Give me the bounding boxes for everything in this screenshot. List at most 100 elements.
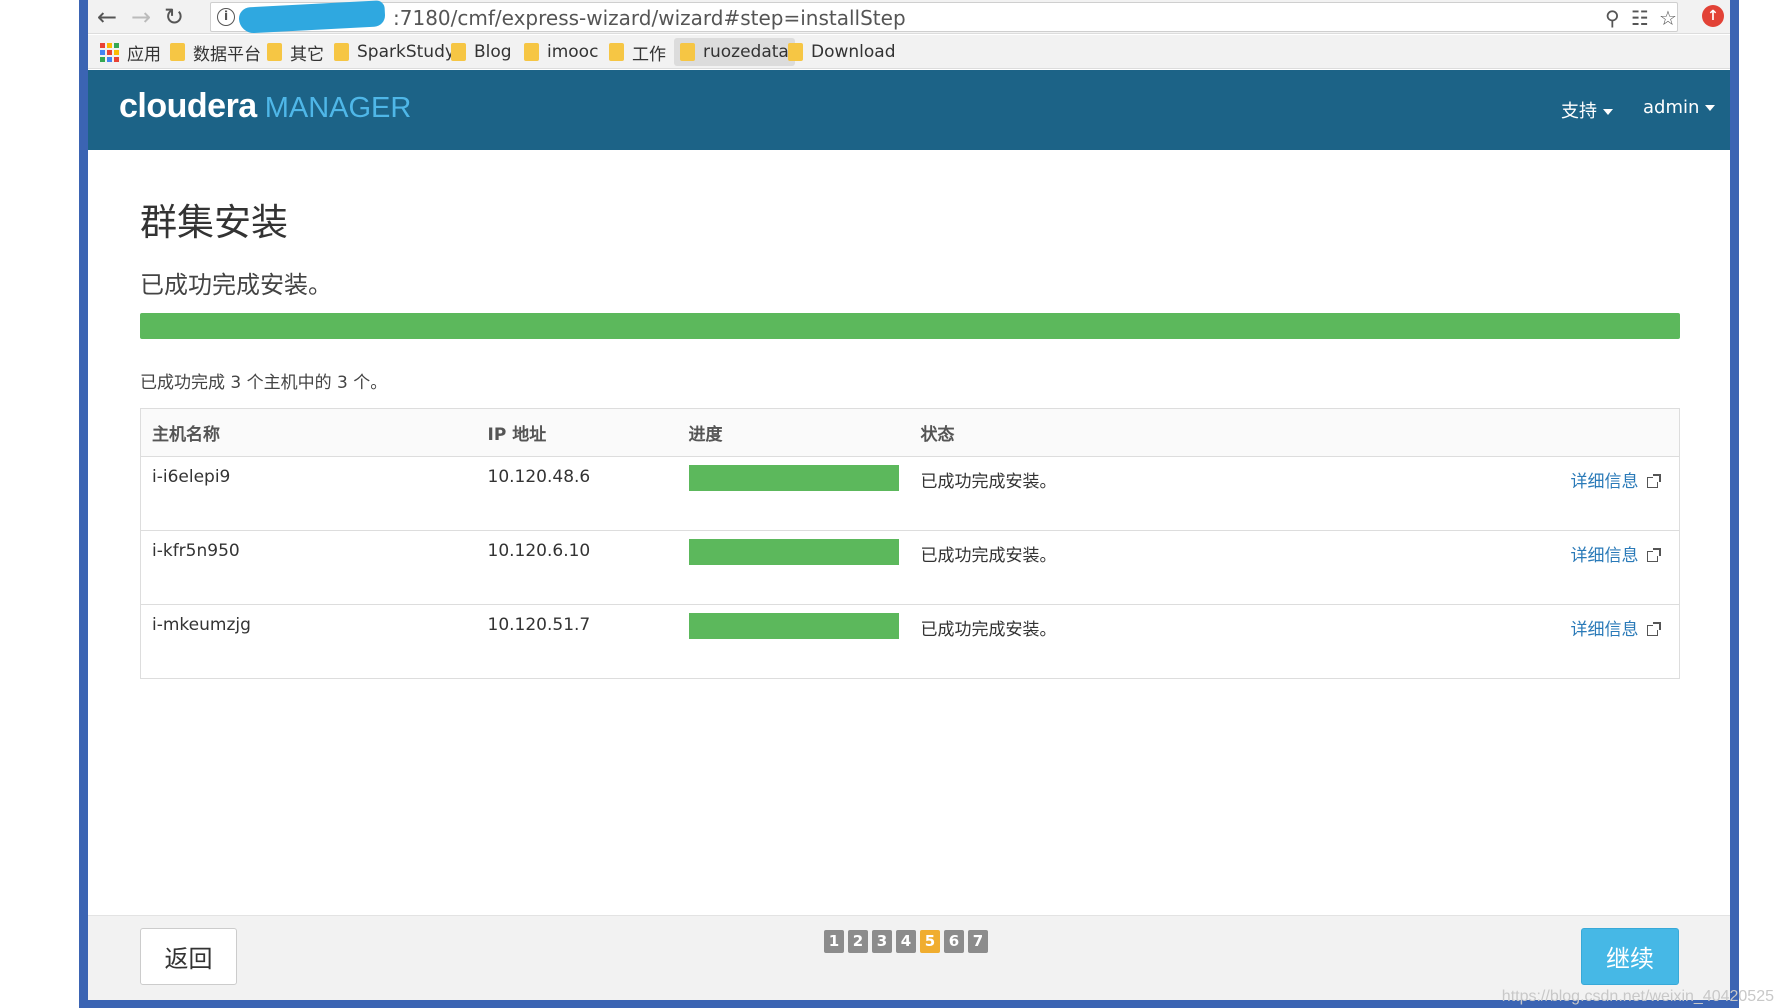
column-header-ip: IP 地址	[476, 408, 678, 457]
translate-icon[interactable]: ☷	[1631, 6, 1649, 30]
column-header-progress: 进度	[677, 408, 910, 457]
support-menu-label: 支持	[1561, 101, 1597, 122]
details-link-label: 详细信息	[1570, 472, 1639, 492]
folder-icon	[680, 43, 695, 61]
info-icon[interactable]: i	[217, 8, 235, 26]
folder-icon	[788, 43, 803, 61]
user-menu[interactable]: admin	[1643, 97, 1716, 118]
host-status: 已成功完成安装。	[909, 530, 1560, 605]
wizard-step-indicator: 1234567	[824, 930, 988, 953]
host-status: 已成功完成安装。	[909, 604, 1560, 679]
bookmark-label: SparkStudy	[357, 42, 455, 62]
bookmark-label: Blog	[474, 42, 512, 62]
host-progress-cell	[677, 604, 910, 679]
bookmark-label: ruozedata	[703, 42, 789, 62]
wizard-step-6: 6	[944, 930, 964, 953]
bookmarks-bar: 应用 数据平台 其它 SparkStudy Blog imooc 工作 ruoz…	[88, 35, 1730, 69]
install-summary: 已成功完成 3 个主机中的 3 个。	[140, 373, 388, 393]
external-link-icon	[1646, 547, 1661, 562]
caret-down-icon	[1705, 105, 1716, 111]
key-icon[interactable]: ⚲	[1605, 6, 1620, 30]
host-progress-fill	[688, 613, 899, 639]
column-header-hostname: 主机名称	[140, 408, 477, 457]
logo-main-text: cloudera	[119, 87, 257, 125]
host-ip: 10.120.51.7	[476, 604, 678, 679]
extension-icon[interactable]: ↑	[1702, 5, 1724, 27]
wizard-step-5: 5	[920, 930, 940, 953]
table-row: i-kfr5n950 10.120.6.10 已成功完成安装。 详细信息	[140, 530, 1680, 605]
wizard-step-4: 4	[896, 930, 916, 953]
bookmark-apps[interactable]: 应用	[94, 38, 167, 66]
bookmark-folder[interactable]: 数据平台	[164, 38, 267, 66]
details-link-label: 详细信息	[1570, 546, 1639, 566]
wizard-step-7: 7	[968, 930, 988, 953]
host-progress-cell	[677, 530, 910, 605]
bookmark-folder[interactable]: 其它	[261, 38, 330, 66]
external-link-icon	[1646, 621, 1661, 636]
host-progress-fill	[688, 465, 899, 491]
star-icon[interactable]: ☆	[1659, 6, 1677, 30]
apps-grid-icon	[100, 42, 119, 62]
url-text: :7180/cmf/express-wizard/wizard#step=ins…	[393, 6, 906, 30]
cloudera-manager-logo[interactable]: cloudera MANAGER	[119, 87, 411, 126]
reload-icon[interactable]: ↻	[161, 4, 187, 30]
host-ip: 10.120.6.10	[476, 530, 678, 605]
column-header-actions	[1559, 408, 1680, 457]
bookmark-folder-active[interactable]: ruozedata	[674, 38, 795, 66]
host-actions-cell: 详细信息	[1559, 604, 1680, 679]
folder-icon	[524, 43, 539, 61]
support-menu[interactable]: 支持	[1561, 97, 1613, 123]
overall-progress-bar	[140, 313, 1680, 339]
folder-icon	[267, 43, 282, 61]
forward-arrow-icon[interactable]: →	[128, 4, 154, 30]
details-link-label: 详细信息	[1570, 620, 1639, 640]
host-progress-bar	[688, 539, 899, 565]
bookmark-label: 应用	[127, 44, 161, 65]
wizard-step-3: 3	[872, 930, 892, 953]
logo-sub-text: MANAGER	[264, 92, 412, 124]
host-progress-bar	[688, 465, 899, 491]
bookmark-folder[interactable]: Download	[782, 38, 902, 66]
address-bar: ← → ↻ i :7180/cmf/express-wizard/wizard#…	[88, 0, 1730, 34]
wizard-step-2: 2	[848, 930, 868, 953]
host-ip: 10.120.48.6	[476, 456, 678, 531]
host-actions-cell: 详细信息	[1559, 456, 1680, 531]
user-menu-label: admin	[1643, 97, 1700, 118]
host-progress-cell	[677, 456, 910, 531]
wizard-step-1: 1	[824, 930, 844, 953]
details-link[interactable]: 详细信息	[1570, 472, 1661, 492]
url-field[interactable]: i :7180/cmf/express-wizard/wizard#step=i…	[210, 0, 1678, 34]
bookmark-label: 其它	[290, 44, 324, 65]
bookmark-label: Download	[811, 42, 896, 62]
details-link[interactable]: 详细信息	[1570, 546, 1661, 566]
install-status: 已成功完成安装。	[140, 271, 332, 299]
bookmark-label: imooc	[547, 42, 599, 62]
back-button[interactable]: 返回	[140, 928, 237, 985]
host-name: i-mkeumzjg	[140, 604, 477, 679]
bookmark-label: 工作	[632, 44, 666, 65]
host-progress-bar	[688, 613, 899, 639]
host-progress-fill	[688, 539, 899, 565]
bookmark-folder[interactable]: SparkStudy	[328, 38, 461, 66]
table-row: i-mkeumzjg 10.120.51.7 已成功完成安装。 详细信息	[140, 604, 1680, 679]
continue-button[interactable]: 继续	[1581, 928, 1679, 985]
back-arrow-icon[interactable]: ←	[94, 4, 120, 30]
external-link-icon	[1646, 473, 1661, 488]
bookmark-folder[interactable]: Blog	[445, 38, 518, 66]
folder-icon	[334, 43, 349, 61]
table-row: i-i6elepi9 10.120.48.6 已成功完成安装。 详细信息	[140, 456, 1680, 531]
details-link[interactable]: 详细信息	[1570, 620, 1661, 640]
bookmark-folder[interactable]: 工作	[603, 38, 672, 66]
folder-icon	[451, 43, 466, 61]
column-header-status: 状态	[909, 408, 1560, 457]
folder-icon	[170, 43, 185, 61]
page-title: 群集安装	[140, 201, 288, 244]
host-actions-cell: 详细信息	[1559, 530, 1680, 605]
watermark: https://blog.csdn.net/weixin_40420525	[1501, 988, 1774, 1005]
host-name: i-i6elepi9	[140, 456, 477, 531]
bookmark-folder[interactable]: imooc	[518, 38, 604, 66]
table-header-row: 主机名称 IP 地址 进度 状态	[140, 408, 1680, 457]
caret-down-icon	[1603, 109, 1613, 115]
browser-window: ← → ↻ i :7180/cmf/express-wizard/wizard#…	[79, 0, 1739, 1008]
host-name: i-kfr5n950	[140, 530, 477, 605]
